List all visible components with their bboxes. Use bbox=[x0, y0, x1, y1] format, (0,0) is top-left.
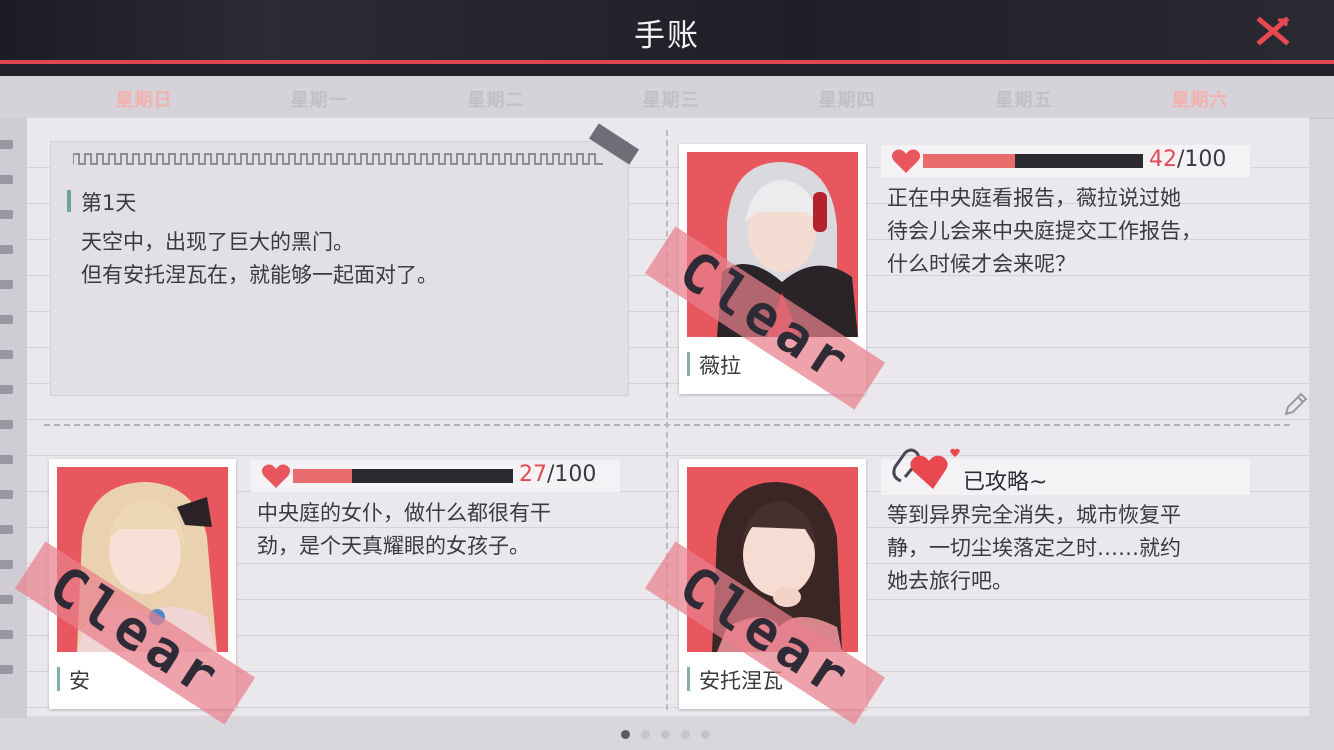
divider-vertical bbox=[666, 130, 668, 710]
binding-tab bbox=[0, 490, 13, 499]
binding-tab bbox=[0, 280, 13, 289]
favor-track bbox=[923, 154, 1143, 168]
title-bar: 手账 bbox=[0, 0, 1334, 60]
binding-tab bbox=[0, 350, 13, 359]
binding-tab bbox=[0, 525, 13, 534]
binding-tab bbox=[0, 140, 13, 149]
heart-icon bbox=[891, 149, 921, 173]
memo-note: 第1天 天空中，出现了巨大的黑门。 但有安托涅瓦在，就能够一起面对了。 bbox=[50, 141, 629, 396]
binding-tab bbox=[0, 595, 13, 604]
favor-readout: 42/100 bbox=[1149, 147, 1226, 172]
weekday-fri: 星期五 bbox=[995, 90, 1053, 111]
weekday-thu: 星期四 bbox=[818, 90, 876, 111]
favor-readout: 27/100 bbox=[519, 462, 596, 487]
page-dot-5[interactable] bbox=[701, 730, 710, 739]
favor-fill bbox=[293, 469, 353, 483]
memo-line-1: 天空中，出现了巨大的黑门。 bbox=[81, 230, 354, 254]
conquered-status-bar: 已攻略~ bbox=[881, 448, 1250, 495]
favor-bar: 42/100 bbox=[881, 145, 1250, 177]
favor-max: /100 bbox=[547, 462, 597, 487]
favor-value: 42 bbox=[1149, 147, 1177, 172]
favor-bar: 27/100 bbox=[251, 460, 620, 492]
weekday-wed: 星期三 bbox=[642, 90, 700, 111]
weekday-sun: 星期日 bbox=[115, 90, 173, 111]
binding-tab bbox=[0, 665, 13, 674]
binding-tab bbox=[0, 630, 13, 639]
edit-button[interactable] bbox=[1282, 390, 1310, 418]
header-shadow-strip bbox=[0, 64, 1334, 76]
entry-description: 等到异界完全消失，城市恢复平 静，一切尘埃落定之时……就约 她去旅行吧。 bbox=[887, 499, 1181, 598]
memo-day: 第1天 bbox=[81, 191, 137, 215]
desc-line: 她去旅行吧。 bbox=[887, 569, 1013, 593]
name-tag-bar bbox=[687, 667, 690, 691]
page-dot-1[interactable] bbox=[621, 730, 630, 739]
weekday-mon: 星期一 bbox=[290, 90, 348, 111]
weekday-bar: 星期日 星期一 星期二 星期三 星期四 星期五 星期六 bbox=[0, 76, 1334, 119]
close-button[interactable] bbox=[1254, 14, 1292, 48]
character-name: 薇拉 bbox=[699, 354, 741, 378]
desc-line: 中央庭的女仆，做什么都很有干 bbox=[257, 501, 551, 525]
pencil-icon bbox=[1284, 392, 1308, 416]
desc-line: 劲，是个天真耀眼的女孩子。 bbox=[257, 534, 530, 558]
binding-tab bbox=[0, 455, 13, 464]
binding-tab bbox=[0, 420, 13, 429]
binding-tab bbox=[0, 175, 13, 184]
entry-description: 中央庭的女仆，做什么都很有干 劲，是个天真耀眼的女孩子。 bbox=[257, 497, 551, 563]
memo-tag-bar bbox=[67, 190, 71, 212]
page-dot-3[interactable] bbox=[661, 730, 670, 739]
weekday-tue: 星期二 bbox=[467, 90, 525, 111]
conquered-status: 已攻略~ bbox=[963, 470, 1048, 495]
memo-line-2: 但有安托涅瓦在，就能够一起面对了。 bbox=[81, 263, 438, 287]
desc-line: 什么时候才会来呢？ bbox=[887, 252, 1076, 276]
character-name: 安 bbox=[69, 669, 90, 693]
page-dot-4[interactable] bbox=[681, 730, 690, 739]
desc-line: 静，一切尘埃落定之时……就约 bbox=[887, 536, 1181, 560]
name-tag-bar bbox=[57, 667, 60, 691]
page-dot-2[interactable] bbox=[641, 730, 650, 739]
favor-track bbox=[293, 469, 513, 483]
binding-tab bbox=[0, 245, 13, 254]
close-x-icon bbox=[1256, 16, 1290, 46]
entry-description: 正在中央庭看报告，薇拉说过她 待会儿会来中央庭提交工作报告， 什么时候才会来呢？ bbox=[887, 182, 1202, 281]
torn-edge-icon bbox=[73, 153, 603, 165]
desc-line: 等到异界完全消失，城市恢复平 bbox=[887, 503, 1181, 527]
weekday-sat: 星期六 bbox=[1171, 90, 1229, 111]
page-title: 手账 bbox=[634, 18, 700, 54]
notebook-binding bbox=[0, 118, 27, 718]
binding-tab bbox=[0, 385, 13, 394]
name-tag-bar bbox=[687, 352, 690, 376]
favor-fill bbox=[923, 154, 1016, 168]
binding-tab bbox=[0, 560, 13, 569]
favor-max: /100 bbox=[1177, 147, 1227, 172]
binding-tab bbox=[0, 315, 13, 324]
desc-line: 待会儿会来中央庭提交工作报告， bbox=[887, 219, 1202, 243]
heart-icon bbox=[261, 464, 291, 488]
desc-line: 正在中央庭看报告，薇拉说过她 bbox=[887, 186, 1181, 210]
favor-value: 27 bbox=[519, 462, 547, 487]
paperclip-heart-icon bbox=[892, 448, 960, 489]
binding-tab bbox=[0, 210, 13, 219]
